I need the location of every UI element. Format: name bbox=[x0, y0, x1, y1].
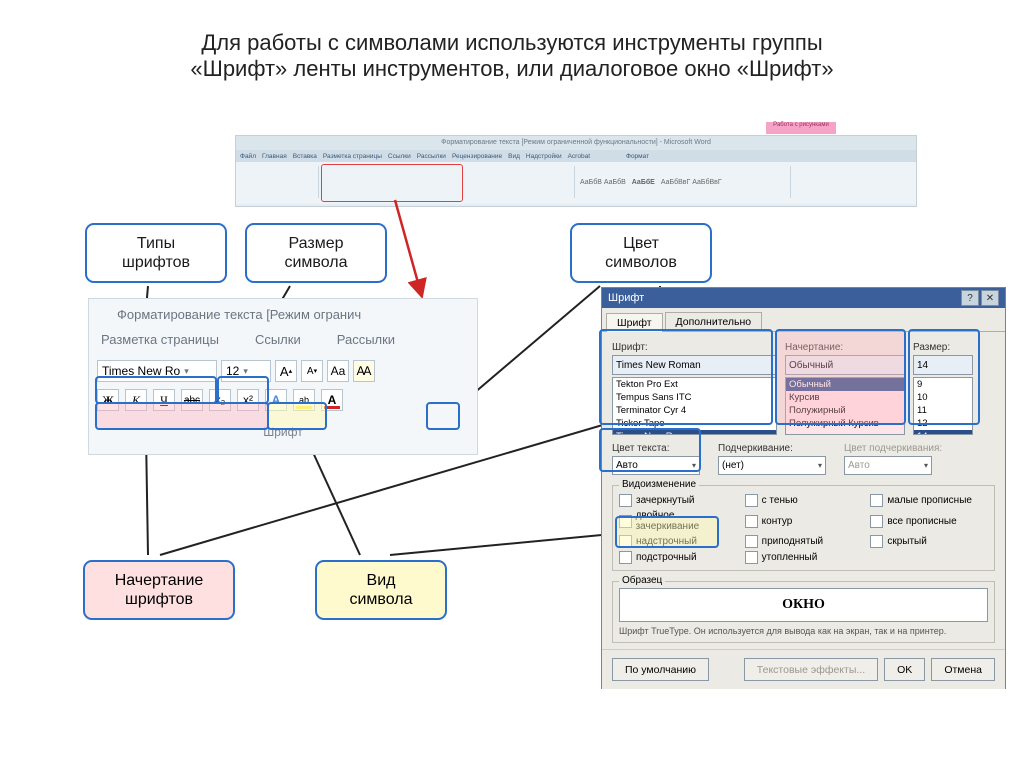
chk-outline[interactable]: контур bbox=[745, 510, 863, 532]
font-group-zoom: Форматирование текста [Режим огранич Раз… bbox=[88, 298, 478, 455]
help-icon[interactable]: ? bbox=[961, 290, 979, 306]
mark-font-name bbox=[95, 376, 217, 404]
mark-style bbox=[95, 402, 269, 430]
mark-dlg-subsup bbox=[615, 516, 719, 548]
font-dialog: Шрифт ?✕ Шрифт Дополнительно Шрифт: Time… bbox=[601, 287, 1006, 689]
chk-engrave[interactable]: утопленный bbox=[745, 551, 863, 564]
mark-dlg-size bbox=[908, 329, 980, 425]
chk-shadow[interactable]: с тенью bbox=[745, 494, 863, 507]
chk-sub[interactable]: подстрочный bbox=[619, 551, 737, 564]
underline-select[interactable]: (нет)▾ bbox=[718, 456, 826, 475]
preview-box: ОКНО bbox=[619, 588, 988, 622]
grow-font-icon[interactable]: A▴ bbox=[275, 360, 297, 382]
ok-button[interactable]: OK bbox=[884, 658, 925, 681]
mark-dlg-font bbox=[599, 329, 773, 425]
close-icon[interactable]: ✕ bbox=[981, 290, 999, 306]
chk-hidden[interactable]: скрытый bbox=[870, 535, 988, 548]
chk-allcaps[interactable]: все прописные bbox=[870, 510, 988, 532]
chk-strike[interactable]: зачеркнутый bbox=[619, 494, 737, 507]
change-case-icon[interactable]: Aa bbox=[327, 360, 349, 382]
mark-dlg-color bbox=[599, 428, 701, 472]
chk-smallcaps[interactable]: малые прописные bbox=[870, 494, 988, 507]
arrow-color1 bbox=[460, 286, 600, 405]
mark-font-size bbox=[217, 376, 269, 404]
default-button[interactable]: По умолчанию bbox=[612, 658, 709, 681]
underline-color-select: Авто▾ bbox=[844, 456, 932, 475]
clear-format-icon[interactable]: Ꜳ bbox=[353, 360, 375, 382]
chk-emboss[interactable]: приподнятый bbox=[745, 535, 863, 548]
arrow-main bbox=[395, 200, 422, 297]
text-effects-button: Текстовые эффекты... bbox=[744, 658, 878, 681]
shrink-font-icon[interactable]: A▾ bbox=[301, 360, 323, 382]
mark-font-color bbox=[426, 402, 460, 430]
mark-dlg-style bbox=[775, 329, 906, 425]
dialog-titlebar: Шрифт ?✕ bbox=[602, 288, 1005, 308]
cancel-button[interactable]: Отмена bbox=[931, 658, 995, 681]
mark-sub-sup bbox=[267, 402, 327, 430]
